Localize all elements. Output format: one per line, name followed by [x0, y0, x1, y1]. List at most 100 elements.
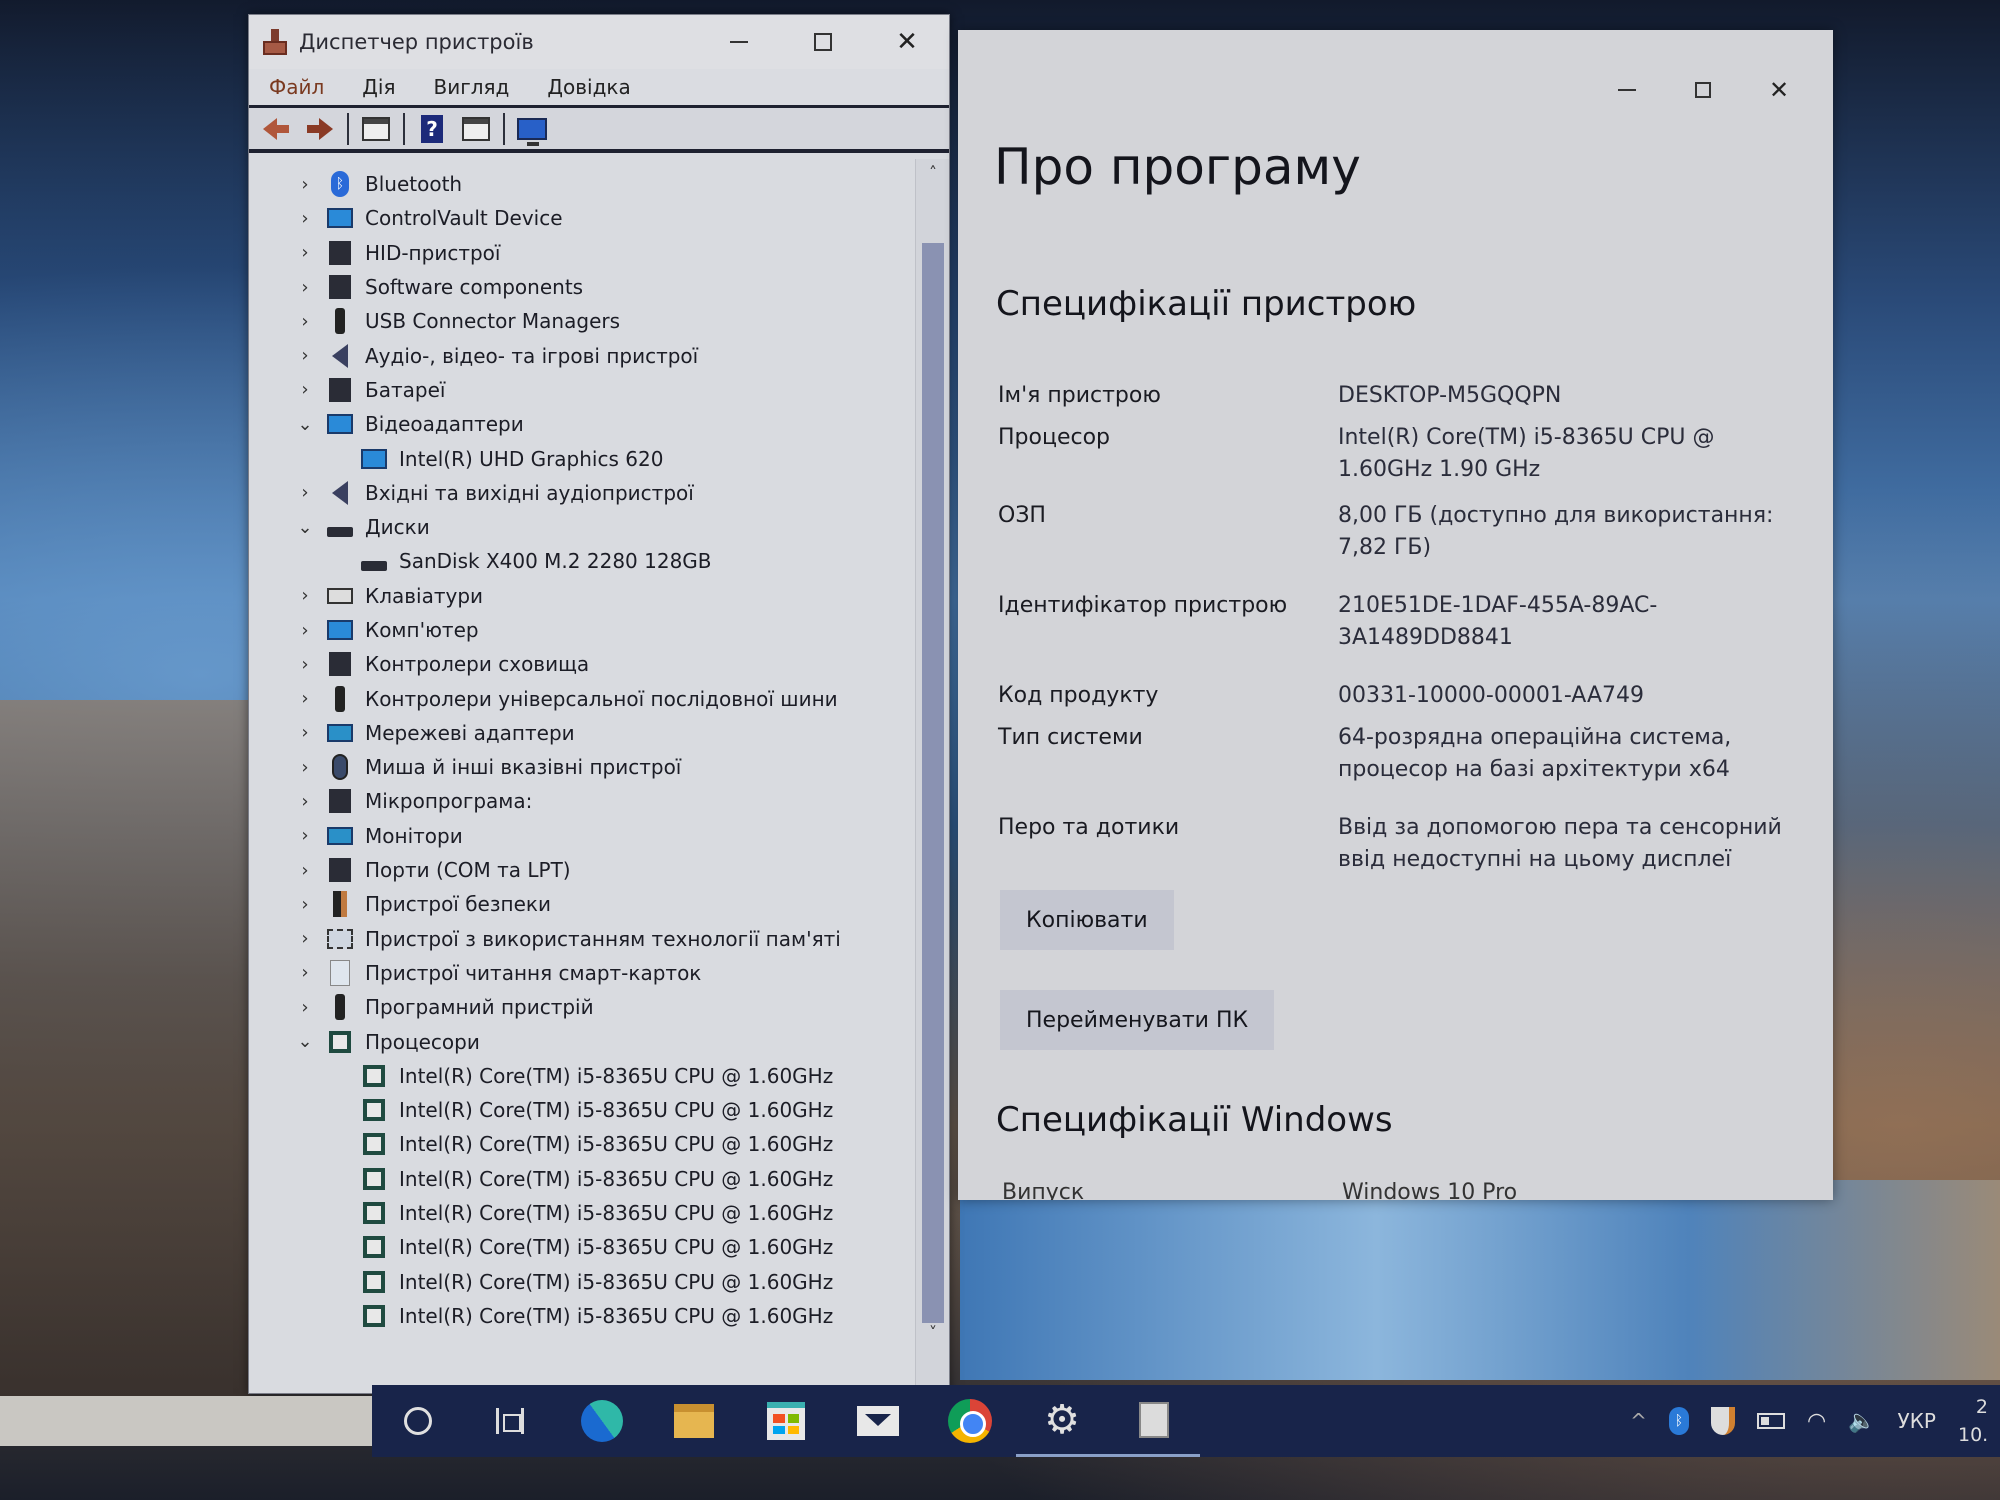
- language-indicator[interactable]: УКР: [1898, 1409, 1936, 1433]
- menu-action[interactable]: Дія: [358, 73, 399, 101]
- chevron-right-icon[interactable]: ›: [295, 482, 315, 503]
- microsoft-store-button[interactable]: [740, 1385, 832, 1457]
- device-category[interactable]: › Пристрої читання смарт-карток: [249, 956, 915, 990]
- minimize-button[interactable]: [1589, 70, 1665, 110]
- device-category[interactable]: › Контролери сховища: [249, 647, 915, 681]
- chrome-button[interactable]: [924, 1385, 1016, 1457]
- forward-button[interactable]: [303, 113, 337, 145]
- device-category[interactable]: ⌄ Процесори: [249, 1024, 915, 1058]
- chevron-right-icon[interactable]: ›: [295, 860, 315, 881]
- chevron-right-icon[interactable]: ›: [295, 894, 315, 915]
- maximize-button[interactable]: [781, 15, 865, 69]
- bluetooth-tray-icon[interactable]: ᛒ: [1668, 1407, 1689, 1435]
- chevron-right-icon[interactable]: ›: [295, 208, 315, 229]
- device-category[interactable]: › HID-пристрої: [249, 236, 915, 270]
- chevron-right-icon[interactable]: ›: [295, 311, 315, 332]
- device-category[interactable]: › Клавіатури: [249, 579, 915, 613]
- battery-icon[interactable]: [1756, 1413, 1785, 1429]
- scrollbar-thumb[interactable]: [922, 243, 944, 1323]
- chevron-right-icon[interactable]: ›: [295, 379, 315, 400]
- menu-help[interactable]: Довідка: [543, 73, 634, 101]
- device-category[interactable]: › Мережеві адаптери: [249, 716, 915, 750]
- device-item[interactable]: Intel(R) Core(TM) i5-8365U CPU @ 1.60GHz: [249, 1093, 915, 1127]
- chevron-right-icon[interactable]: ›: [295, 174, 315, 195]
- close-button[interactable]: ✕: [1741, 70, 1817, 110]
- chevron-down-icon[interactable]: ⌄: [295, 517, 315, 538]
- device-category[interactable]: › Вхідні та вихідні аудіопристрої: [249, 476, 915, 510]
- chevron-right-icon[interactable]: ›: [295, 825, 315, 846]
- show-hide-action-pane-button[interactable]: [459, 113, 493, 145]
- device-item[interactable]: Intel(R) Core(TM) i5-8365U CPU @ 1.60GHz: [249, 1230, 915, 1264]
- device-category[interactable]: › Аудіо-, відео- та ігрові пристрої: [249, 338, 915, 372]
- back-button[interactable]: [259, 113, 293, 145]
- chevron-right-icon[interactable]: ›: [295, 585, 315, 606]
- device-item[interactable]: Intel(R) UHD Graphics 620: [249, 441, 915, 475]
- device-category[interactable]: › Батареї: [249, 373, 915, 407]
- chevron-right-icon[interactable]: ›: [295, 345, 315, 366]
- device-manager-taskbar-button[interactable]: [1108, 1385, 1200, 1457]
- show-hide-console-tree-button[interactable]: [359, 113, 393, 145]
- device-category[interactable]: › ControlVault Device: [249, 201, 915, 235]
- edge-button[interactable]: [556, 1385, 648, 1457]
- clock[interactable]: 2 10.0: [1958, 1393, 1988, 1449]
- vertical-scrollbar[interactable]: ˄ ˅: [915, 159, 949, 1393]
- chevron-right-icon[interactable]: ›: [295, 997, 315, 1018]
- scan-hardware-button[interactable]: [515, 113, 549, 146]
- chevron-right-icon[interactable]: ›: [295, 722, 315, 743]
- device-item[interactable]: Intel(R) Core(TM) i5-8365U CPU @ 1.60GHz: [249, 1162, 915, 1196]
- settings-button[interactable]: ⚙: [1016, 1385, 1108, 1457]
- wifi-icon[interactable]: ◠: [1807, 1409, 1826, 1434]
- task-view-button[interactable]: [464, 1385, 556, 1457]
- device-item[interactable]: Intel(R) Core(TM) i5-8365U CPU @ 1.60GHz: [249, 1299, 915, 1333]
- chevron-right-icon[interactable]: ›: [295, 757, 315, 778]
- device-category[interactable]: › Монітори: [249, 819, 915, 853]
- device-category[interactable]: › Порти (COM та LPT): [249, 853, 915, 887]
- device-category[interactable]: › USB Connector Managers: [249, 304, 915, 338]
- scroll-down-button[interactable]: ˅: [916, 1323, 950, 1353]
- device-category[interactable]: › Контролери універсальної послідовної ши…: [249, 681, 915, 715]
- security-warning-icon[interactable]: [1710, 1407, 1735, 1435]
- device-category[interactable]: › Миша й інші вказівні пристрої: [249, 750, 915, 784]
- chevron-right-icon[interactable]: ›: [295, 791, 315, 812]
- device-category[interactable]: › Software components: [249, 270, 915, 304]
- cortana-button[interactable]: [372, 1385, 464, 1457]
- menu-view[interactable]: Вигляд: [429, 73, 513, 101]
- mail-button[interactable]: [832, 1385, 924, 1457]
- device-category[interactable]: › Мікропрограма:: [249, 784, 915, 818]
- scroll-up-button[interactable]: ˄: [916, 163, 950, 193]
- device-item[interactable]: Intel(R) Core(TM) i5-8365U CPU @ 1.60GHz: [249, 1127, 915, 1161]
- file-explorer-button[interactable]: [648, 1385, 740, 1457]
- device-category[interactable]: › Пристрої безпеки: [249, 887, 915, 921]
- device-category[interactable]: › Пристрої з використанням технології пам…: [249, 922, 915, 956]
- chevron-down-icon[interactable]: ⌄: [295, 414, 315, 435]
- device-category[interactable]: ⌄ Диски: [249, 510, 915, 544]
- chevron-right-icon[interactable]: ›: [295, 688, 315, 709]
- menu-file[interactable]: Файл: [265, 73, 328, 101]
- help-button[interactable]: ?: [415, 113, 449, 145]
- chevron-right-icon[interactable]: ›: [295, 242, 315, 263]
- show-hidden-icons-button[interactable]: ^: [1630, 1409, 1647, 1433]
- chevron-right-icon[interactable]: ›: [295, 928, 315, 949]
- chevron-down-icon[interactable]: ⌄: [295, 1031, 315, 1052]
- device-manager-titlebar[interactable]: Диспетчер пристроїв ✕: [249, 15, 949, 69]
- maximize-button[interactable]: [1665, 70, 1741, 110]
- device-category[interactable]: ⌄ Відеоадаптери: [249, 407, 915, 441]
- volume-icon[interactable]: 🔈: [1848, 1409, 1875, 1434]
- device-item[interactable]: Intel(R) Core(TM) i5-8365U CPU @ 1.60GHz: [249, 1196, 915, 1230]
- device-category[interactable]: › Комп'ютер: [249, 613, 915, 647]
- rename-pc-button[interactable]: Перейменувати ПК: [1000, 990, 1275, 1050]
- close-button[interactable]: ✕: [865, 15, 949, 69]
- copy-button[interactable]: Копіювати: [1000, 890, 1174, 950]
- device-item[interactable]: Intel(R) Core(TM) i5-8365U CPU @ 1.60GHz: [249, 1059, 915, 1093]
- chevron-right-icon[interactable]: ›: [295, 277, 315, 298]
- taskbar-search-area[interactable]: [0, 1396, 372, 1446]
- chevron-right-icon[interactable]: ›: [295, 620, 315, 641]
- device-item[interactable]: SanDisk X400 M.2 2280 128GB: [249, 544, 915, 578]
- chevron-right-icon[interactable]: ›: [295, 654, 315, 675]
- device-category[interactable]: › Програмний пристрій: [249, 990, 915, 1024]
- device-item[interactable]: Intel(R) Core(TM) i5-8365U CPU @ 1.60GHz: [249, 1265, 915, 1299]
- chevron-right-icon[interactable]: ›: [295, 962, 315, 983]
- minimize-button[interactable]: [697, 15, 781, 69]
- device-category[interactable]: › ᛒ Bluetooth: [249, 167, 915, 201]
- spec-label: Тип системи: [998, 725, 1143, 750]
